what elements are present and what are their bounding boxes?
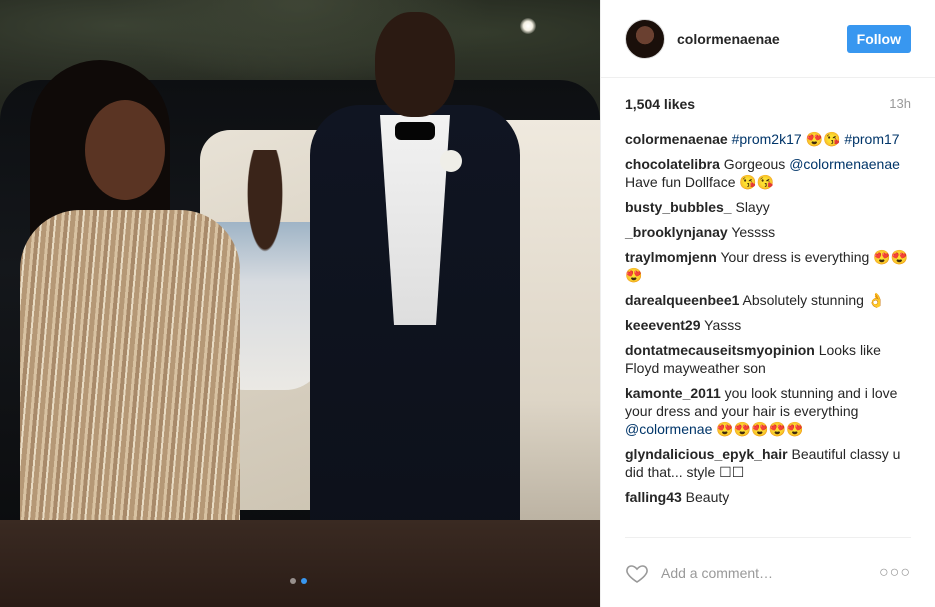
comment-text: Beauty (681, 489, 730, 505)
post-timestamp[interactable]: 13h (889, 96, 911, 112)
follow-button[interactable]: Follow (846, 24, 911, 53)
comment-username[interactable]: colormenaenae (625, 131, 728, 147)
comment-item: traylmomjenn Your dress is everything 😍😍… (625, 248, 911, 284)
comment-username[interactable]: keeevent29 (625, 317, 701, 333)
likes-count[interactable]: 1,504 likes (625, 96, 695, 112)
comment-username[interactable]: _brooklynjanay (625, 224, 728, 240)
carousel-dot-active[interactable] (301, 578, 307, 584)
comment-tag-link[interactable]: @colormenae (625, 421, 712, 437)
comment-username[interactable]: kamonte_2011 (625, 385, 721, 401)
heart-icon[interactable] (625, 561, 649, 585)
comment-item: kamonte_2011 you look stunning and i lov… (625, 384, 911, 438)
post-meta: 1,504 likes 13h (601, 78, 935, 122)
comment-text: 😍😍😍😍😍 (712, 421, 804, 437)
comment-item: darealqueenbee1 Absolutely stunning 👌 (625, 291, 911, 309)
comment-text: Yasss (700, 317, 742, 333)
comment-text: Yessss (727, 224, 776, 240)
comment-tag-link[interactable]: #prom2k17 (732, 131, 802, 147)
comment-text: Slayy (731, 199, 770, 215)
bow-tie (395, 122, 435, 140)
comment-text: Absolutely stunning 👌 (739, 292, 886, 308)
post-photo[interactable] (0, 0, 600, 607)
comment-tag-link[interactable]: #prom17 (844, 131, 899, 147)
carousel-indicator (290, 578, 307, 584)
comment-text: Gorgeous (719, 156, 790, 172)
post-sidebar: colormenaenae Follow 1,504 likes 13h col… (600, 0, 935, 607)
comment-bar: Add a comment… ○○○ (625, 537, 911, 607)
comment-username[interactable]: traylmomjenn (625, 249, 717, 265)
comment-item: dontatmecauseitsmyopinion Looks like Flo… (625, 341, 911, 377)
comments-list: colormenaenae #prom2k17 😍😘 #prom17 chocol… (601, 122, 935, 537)
post-header: colormenaenae Follow (601, 0, 935, 78)
comment-tag-link[interactable]: @colormenaenae (789, 156, 900, 172)
instagram-post-modal: colormenaenae Follow 1,504 likes 13h col… (0, 0, 935, 607)
comment-username[interactable]: dontatmecauseitsmyopinion (625, 342, 815, 358)
woman-face (85, 100, 165, 200)
brick-ground (0, 520, 600, 607)
comment-username[interactable]: darealqueenbee1 (625, 292, 739, 308)
comment-username[interactable]: chocolatelibra (625, 156, 720, 172)
post-username[interactable]: colormenaenae (677, 31, 847, 47)
comment-text: Have fun Dollface 😘😘 (625, 174, 775, 190)
more-options-icon[interactable]: ○○○ (879, 564, 911, 582)
comment-item: falling43 Beauty (625, 488, 911, 506)
comment-item: glyndalicious_epyk_hair Beautiful classy… (625, 445, 911, 481)
man-head (375, 12, 455, 117)
comment-username[interactable]: falling43 (625, 489, 682, 505)
comment-item: busty_bubbles_ Slayy (625, 198, 911, 216)
comment-text: 😍😘 (801, 131, 845, 147)
man-in-tuxedo (300, 0, 530, 607)
carousel-dot[interactable] (290, 578, 296, 584)
comment-item: colormenaenae #prom2k17 😍😘 #prom17 (625, 130, 911, 148)
comment-item: _brooklynjanay Yessss (625, 223, 911, 241)
comment-item: keeevent29 Yasss (625, 316, 911, 334)
comment-username[interactable]: glyndalicious_epyk_hair (625, 446, 788, 462)
comment-username[interactable]: busty_bubbles_ (625, 199, 732, 215)
comment-item: chocolatelibra Gorgeous @colormenaenae H… (625, 155, 911, 191)
avatar[interactable] (625, 18, 665, 59)
boutonniere (440, 150, 462, 172)
add-comment-input[interactable]: Add a comment… (661, 565, 879, 581)
